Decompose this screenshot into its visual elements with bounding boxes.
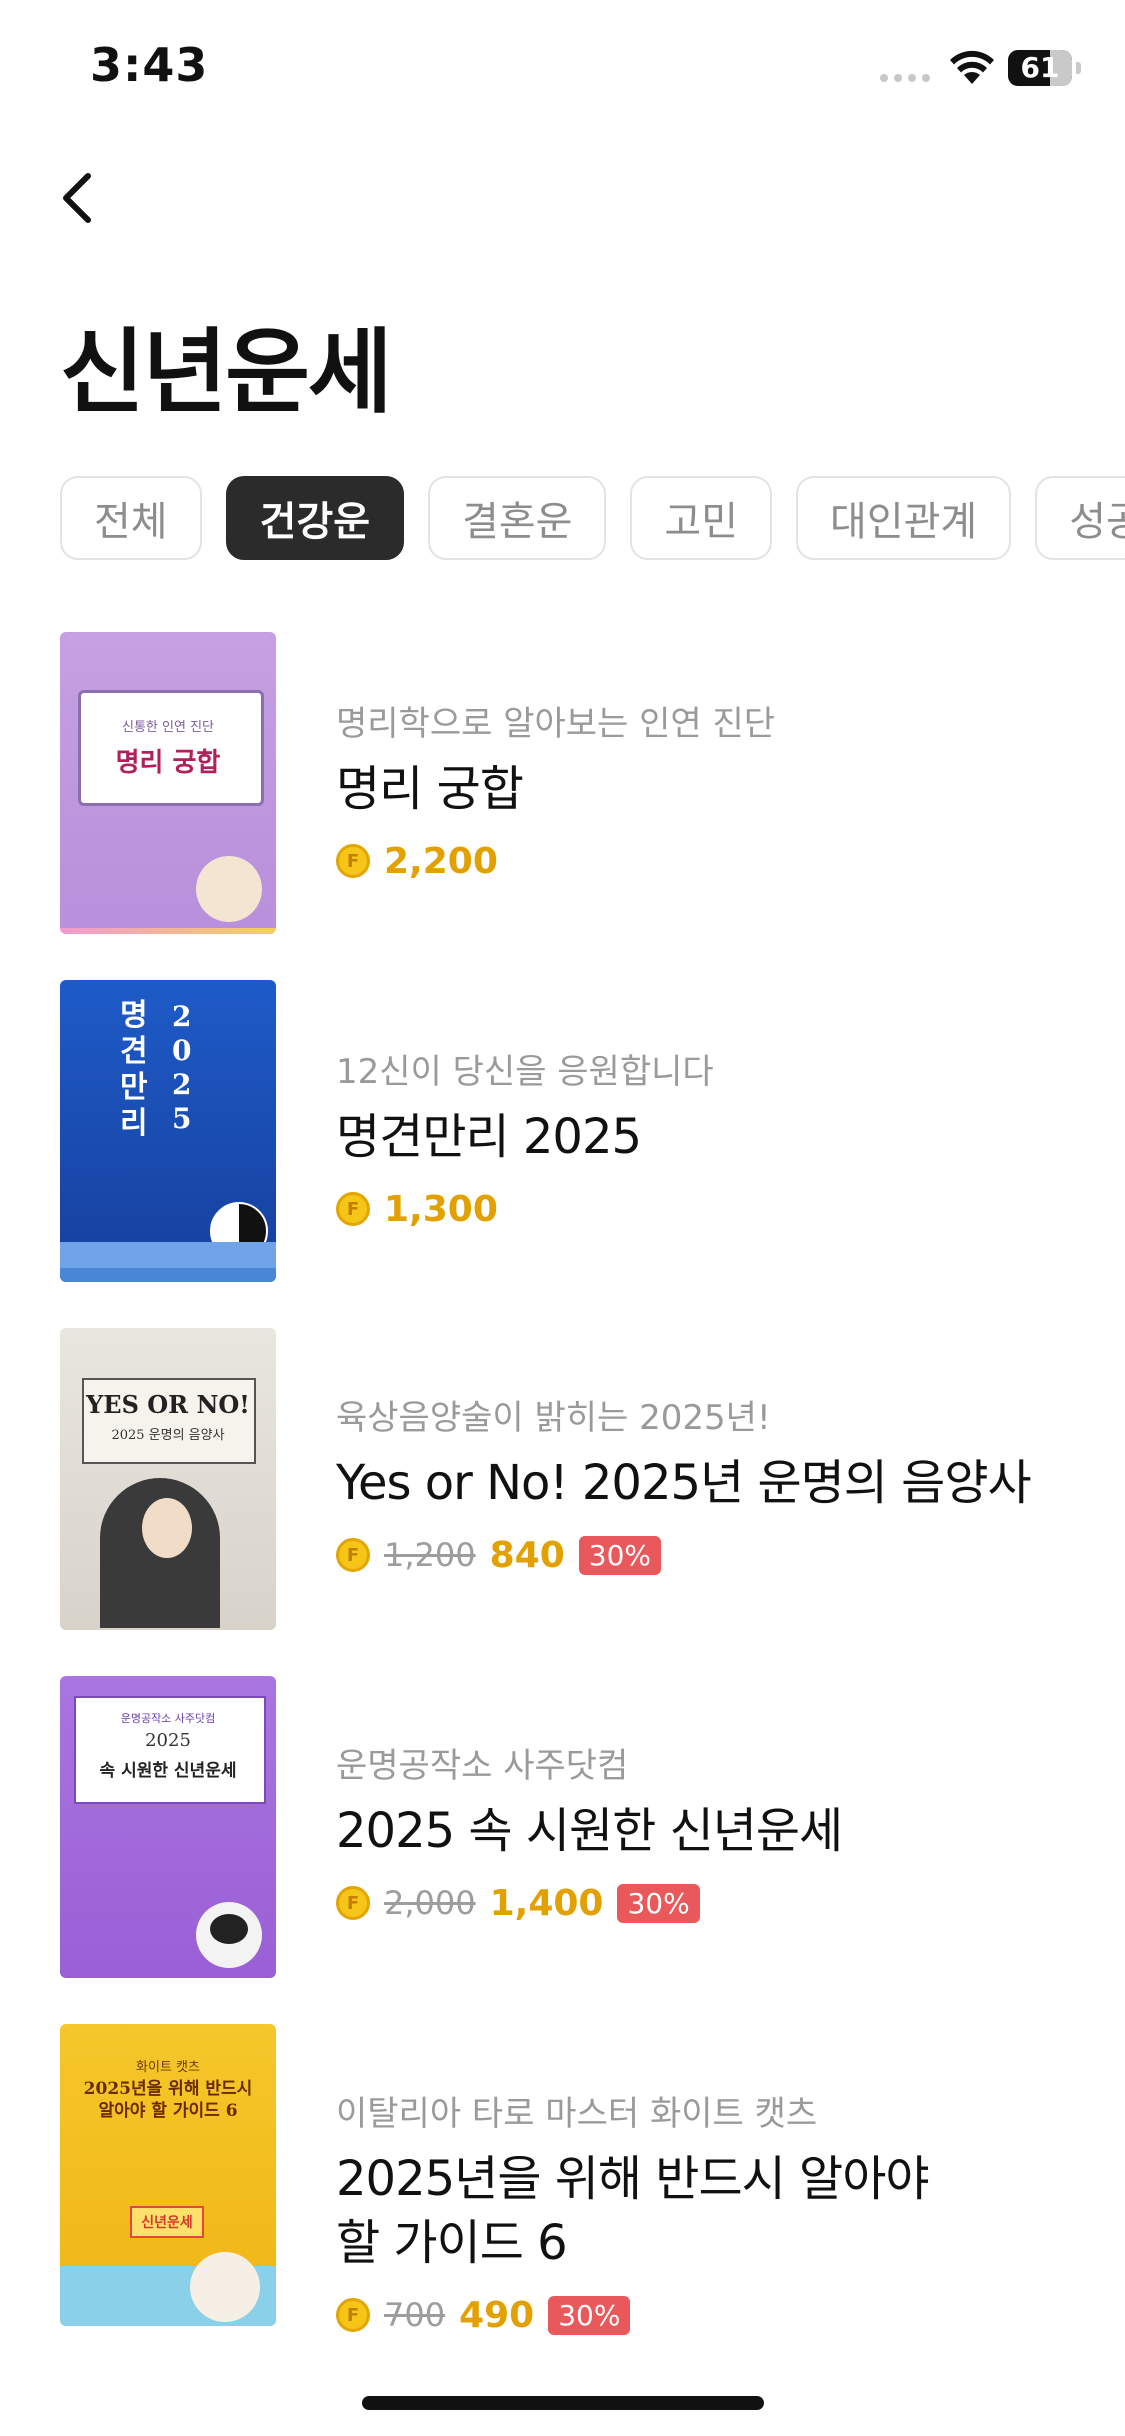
- product-name: 2025년을 위해 반드시 알아야 할 가이드 6: [336, 2151, 930, 2271]
- coin-icon: F: [336, 1192, 370, 1226]
- product-name: 2025 속 시원한 신년운세: [336, 1803, 843, 1859]
- original-price: 1,200: [384, 1536, 476, 1574]
- tab-relationships[interactable]: 대인관계: [796, 476, 1012, 560]
- discount-badge: 30%: [578, 1535, 661, 1575]
- coin-icon: F: [336, 1538, 370, 1572]
- cellular-signal-icon: [880, 74, 930, 82]
- tab-health[interactable]: 건강운: [225, 476, 405, 560]
- battery-level: 61: [1020, 51, 1060, 84]
- product-subtitle: 운명공작소 사주닷컴: [336, 1746, 629, 1786]
- tab-marriage[interactable]: 결혼운: [428, 476, 607, 560]
- status-bar: 3:43 61: [0, 0, 1125, 140]
- price-row: F 2,000 1,400 30%: [336, 1881, 1070, 1925]
- category-tabs: 전체 건강운 결혼운 고민 대인관계 성공: [60, 476, 1125, 562]
- product-thumbnail: 운명공작소 사주닷컴 2025 속 시원한 신년운세: [60, 1676, 276, 1978]
- product-thumbnail: YES OR NO! 2025 운명의 음양사: [60, 1328, 276, 1630]
- tab-success[interactable]: 성공: [1035, 476, 1125, 560]
- price: 490: [459, 2294, 535, 2336]
- coin-icon: F: [336, 1886, 370, 1920]
- battery-icon: 61: [1008, 50, 1072, 86]
- price: 2,200: [384, 840, 498, 882]
- product-name: Yes or No! 2025년 운명의 음양사: [336, 1455, 1032, 1511]
- original-price: 700: [384, 2296, 446, 2334]
- coin-icon: F: [336, 844, 370, 878]
- price-row: F 1,200 840 30%: [336, 1533, 1070, 1577]
- tab-all[interactable]: 전체: [60, 476, 202, 560]
- wifi-icon: [950, 50, 994, 84]
- page-title: 신년운세: [60, 319, 393, 426]
- product-name: 명견만리 2025: [336, 1109, 642, 1165]
- price-row: F 1,300: [336, 1187, 1070, 1231]
- status-time: 3:43: [90, 38, 209, 92]
- price: 1,300: [384, 1188, 498, 1230]
- price: 840: [489, 1534, 565, 1576]
- product-subtitle: 12신이 당신을 응원합니다: [336, 1052, 714, 1092]
- price: 1,400: [489, 1882, 604, 1924]
- discount-badge: 30%: [617, 1883, 700, 1923]
- price-row: F 2,200: [336, 839, 1070, 883]
- product-subtitle: 육상음양술이 밝히는 2025년!: [336, 1398, 771, 1438]
- coin-icon: F: [336, 2298, 370, 2332]
- product-thumbnail: 신통한 인연 진단 명리 궁합: [60, 632, 276, 934]
- tab-worries[interactable]: 고민: [630, 476, 773, 560]
- product-subtitle: 이탈리아 타로 마스터 화이트 캣츠: [336, 2094, 818, 2134]
- price-row: F 700 490 30%: [336, 2293, 1070, 2337]
- back-chevron-icon[interactable]: [56, 168, 100, 228]
- home-indicator[interactable]: [362, 2396, 764, 2410]
- product-subtitle: 명리학으로 알아보는 인연 진단: [336, 704, 776, 744]
- product-name: 명리 궁합: [336, 761, 524, 817]
- product-thumbnail: 화이트 캣츠 2025년을 위해 반드시 알아야 할 가이드 6 신년운세: [60, 2024, 276, 2326]
- discount-badge: 30%: [548, 2295, 631, 2335]
- product-thumbnail: 명견만리 2025: [60, 980, 276, 1282]
- original-price: 2,000: [384, 1884, 476, 1922]
